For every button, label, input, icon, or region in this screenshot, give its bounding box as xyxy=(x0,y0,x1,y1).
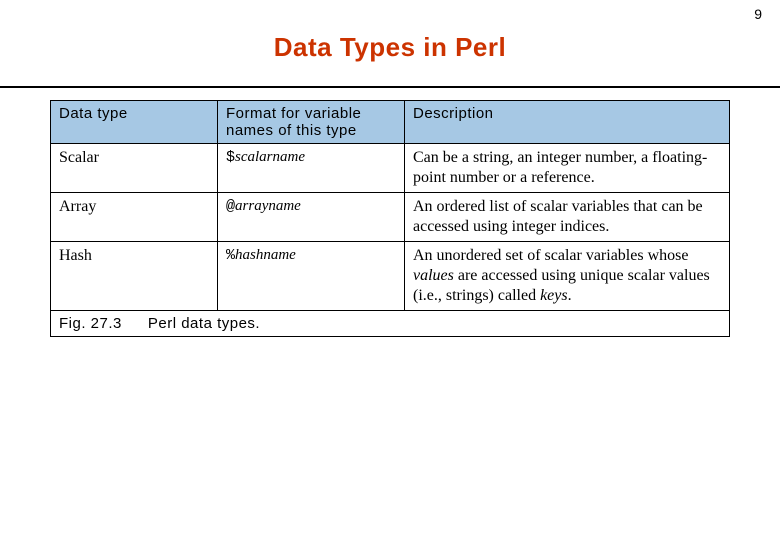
page-title: Data Types in Perl xyxy=(0,32,780,63)
cell-description: An unordered set of scalar variables who… xyxy=(405,242,730,311)
cell-description: An ordered list of scalar variables that… xyxy=(405,193,730,242)
header-type: Data type xyxy=(51,101,218,144)
cell-type: Array xyxy=(51,193,218,242)
table-row: Scalar $scalarname Can be a string, an i… xyxy=(51,144,730,193)
title-rule xyxy=(0,86,780,88)
page-number: 9 xyxy=(754,6,762,22)
slide: 9 Data Types in Perl Data type Format fo… xyxy=(0,0,780,540)
table-row: Array @arrayname An ordered list of scal… xyxy=(51,193,730,242)
cell-type: Scalar xyxy=(51,144,218,193)
table-header-row: Data type Format for variable names of t… xyxy=(51,101,730,144)
cell-format: $scalarname xyxy=(218,144,405,193)
cell-format: @arrayname xyxy=(218,193,405,242)
figure-label: Fig. 27.3 xyxy=(59,315,122,332)
figure-caption: Perl data types. xyxy=(148,315,260,332)
header-format: Format for variable names of this type xyxy=(218,101,405,144)
caption-cell: Fig. 27.3 Perl data types. xyxy=(51,311,730,337)
cell-format: %hashname xyxy=(218,242,405,311)
cell-description: Can be a string, an integer number, a fl… xyxy=(405,144,730,193)
datatypes-table-wrap: Data type Format for variable names of t… xyxy=(50,100,730,337)
datatypes-table: Data type Format for variable names of t… xyxy=(50,100,730,337)
table-row: Hash %hashname An unordered set of scala… xyxy=(51,242,730,311)
cell-type: Hash xyxy=(51,242,218,311)
header-description: Description xyxy=(405,101,730,144)
caption-row: Fig. 27.3 Perl data types. xyxy=(51,311,730,337)
